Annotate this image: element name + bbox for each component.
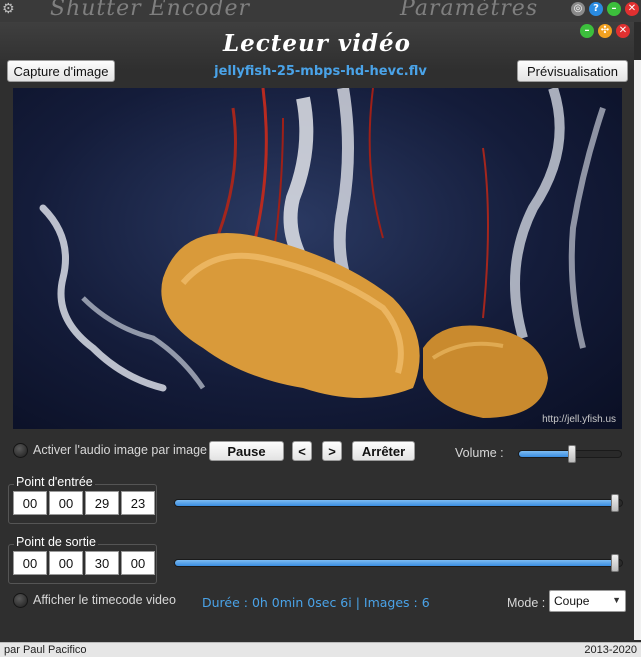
preview-button[interactable]: Prévisualisation: [517, 60, 628, 82]
dialog-window-buttons: – ✣ ✕: [580, 24, 630, 38]
in-point-slider[interactable]: [174, 494, 623, 512]
timecode-label: Afficher le timecode video: [33, 593, 176, 607]
audio-frame-label: Activer l'audio image par image: [33, 443, 207, 457]
duration-info: Durée : 0h 0min 0sec 6i | Images : 6: [202, 595, 430, 610]
stop-button[interactable]: Arrêter: [352, 441, 415, 461]
in-frames-field[interactable]: 23: [121, 491, 155, 515]
close-icon[interactable]: ✕: [616, 24, 630, 38]
in-minutes-field[interactable]: 00: [49, 491, 83, 515]
background-app-bar: ⚙ Shutter Encoder Paramètres ◎ ? – ✕: [0, 0, 641, 22]
help-icon[interactable]: ?: [589, 2, 603, 16]
out-frames-field[interactable]: 00: [121, 551, 155, 575]
close-icon[interactable]: ✕: [625, 2, 639, 16]
out-minutes-field[interactable]: 00: [49, 551, 83, 575]
author-credit: par Paul Pacifico: [4, 644, 87, 656]
out-point-slider-fill: [175, 560, 616, 566]
in-point-slider-knob[interactable]: [611, 494, 620, 512]
background-app-title: Shutter Encoder: [50, 0, 251, 21]
volume-slider[interactable]: [518, 445, 622, 463]
minimize-icon[interactable]: –: [580, 24, 594, 38]
in-point-slider-fill: [175, 500, 616, 506]
copyright-years: 2013-2020: [584, 644, 637, 656]
jellyfish-image: [39, 88, 606, 418]
next-frame-button[interactable]: >: [322, 441, 342, 461]
gear-icon[interactable]: ⚙: [2, 1, 15, 17]
out-seconds-field[interactable]: 30: [85, 551, 119, 575]
status-bar: par Paul Pacifico 2013-2020: [0, 642, 641, 657]
background-settings-title: Paramètres: [400, 0, 539, 21]
mode-label: Mode :: [507, 596, 546, 610]
chevron-down-icon: ▼: [612, 595, 621, 605]
audio-frame-radio[interactable]: [13, 443, 28, 458]
in-point-legend: Point d'entrée: [14, 475, 95, 489]
maximize-icon[interactable]: ✣: [598, 24, 612, 38]
info-icon[interactable]: ◎: [571, 2, 585, 16]
background-window-buttons: ◎ ? – ✕: [571, 2, 639, 16]
out-point-slider-knob[interactable]: [611, 554, 620, 572]
minimize-icon[interactable]: –: [607, 2, 621, 16]
previous-frame-button[interactable]: <: [292, 441, 312, 461]
dialog-title: Lecteur vidéo: [222, 30, 412, 57]
video-filename: jellyfish-25-mbps-hd-hevc.flv: [214, 64, 427, 79]
video-frame[interactable]: http://jell.yfish.us: [13, 88, 622, 429]
capture-image-button[interactable]: Capture d'image: [7, 60, 115, 82]
out-point-slider[interactable]: [174, 554, 623, 572]
out-point-group: Point de sortie 00 00 30 00: [8, 535, 157, 584]
in-point-group: Point d'entrée 00 00 29 23: [8, 475, 157, 524]
in-seconds-field[interactable]: 29: [85, 491, 119, 515]
out-point-legend: Point de sortie: [14, 535, 98, 549]
video-watermark: http://jell.yfish.us: [542, 414, 616, 425]
volume-slider-fill: [519, 451, 573, 457]
volume-slider-knob[interactable]: [568, 445, 577, 463]
pause-button[interactable]: Pause: [209, 441, 284, 461]
out-hours-field[interactable]: 00: [13, 551, 47, 575]
mode-select-value: Coupe: [554, 594, 590, 608]
timecode-radio[interactable]: [13, 593, 28, 608]
in-hours-field[interactable]: 00: [13, 491, 47, 515]
volume-label: Volume :: [455, 446, 504, 460]
mode-select[interactable]: Coupe ▼: [549, 590, 626, 612]
